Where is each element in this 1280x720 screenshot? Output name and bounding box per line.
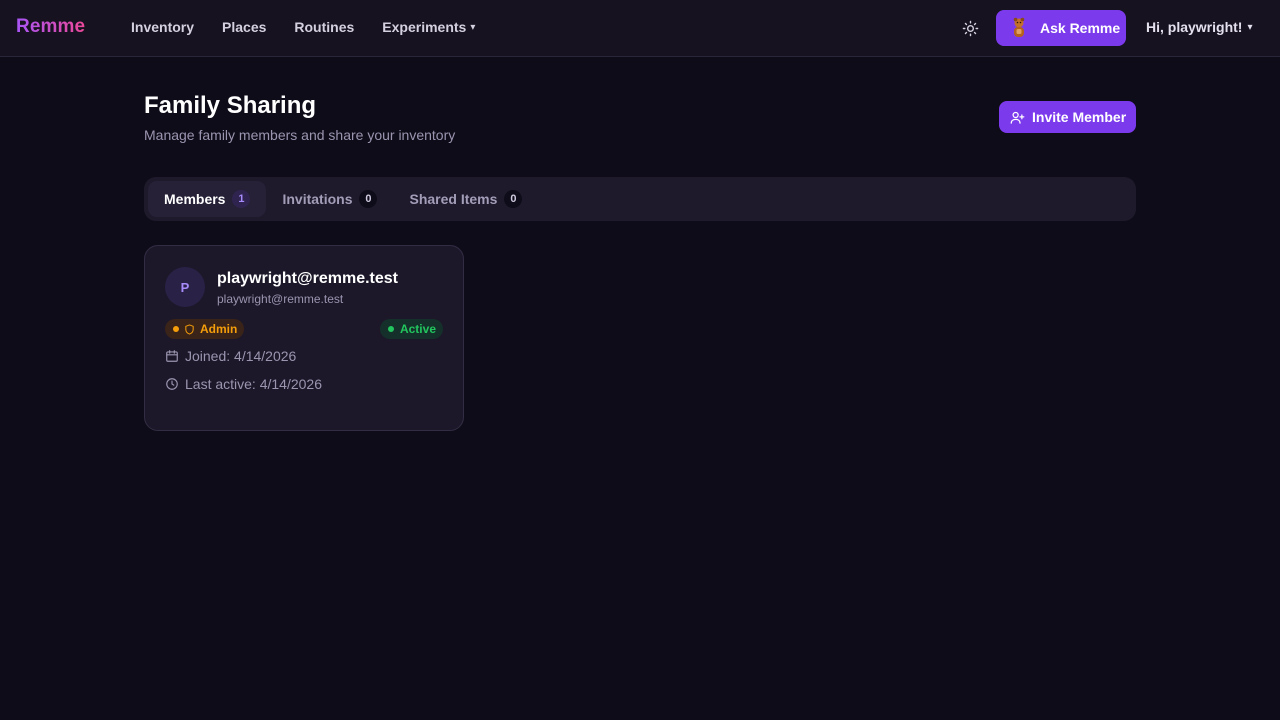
top-nav: Remme Inventory Places Routines Experime… <box>0 0 1280 57</box>
nav-link-label: Routines <box>294 19 355 35</box>
status-badge: Active <box>379 319 443 339</box>
brand-logo[interactable]: Remme <box>16 16 85 38</box>
joined-date: Joined: 4/14/2026 <box>185 348 297 364</box>
clock-icon <box>166 378 178 390</box>
tab-bar: Members 1 Invitations 0 Shared Items 0 <box>144 177 1136 221</box>
invite-member-button[interactable]: Invite Member <box>999 101 1136 133</box>
member-name: playwright@remme.test <box>217 270 398 287</box>
tab-shared-items[interactable]: Shared Items 0 <box>393 181 538 217</box>
nav-link-label: Experiments <box>382 19 467 35</box>
role-label: Admin <box>200 322 238 336</box>
tab-members[interactable]: Members 1 <box>148 181 267 217</box>
last-active-row: Last active: 4/14/2026 <box>165 376 322 392</box>
last-active-date: Last active: 4/14/2026 <box>185 376 322 392</box>
tab-label: Invitations <box>282 191 353 207</box>
status-label: Active <box>399 322 436 336</box>
sun-icon <box>962 20 979 37</box>
ask-remme-label: Ask Remme <box>1040 20 1121 36</box>
tab-invitations[interactable]: Invitations 0 <box>266 181 393 217</box>
nav-link-label: Places <box>222 19 267 35</box>
ask-remme-button[interactable]: Ask Remme <box>996 10 1126 46</box>
user-greeting: Hi, playwright! <box>1146 19 1243 35</box>
avatar: P <box>165 267 205 307</box>
nav-link-places[interactable]: Places <box>222 19 266 35</box>
invite-member-label: Invite Member <box>1032 109 1127 125</box>
nav-links: Inventory Places Routines Experiments ▾ <box>131 19 503 35</box>
nav-link-label: Inventory <box>131 19 195 35</box>
tab-count-badge: 0 <box>359 190 378 208</box>
nav-link-experiments[interactable]: Experiments ▾ <box>382 19 475 35</box>
tab-label: Members <box>164 191 226 207</box>
status-dot-icon <box>387 326 394 332</box>
tab-count-badge: 0 <box>504 190 523 208</box>
tab-count-badge: 1 <box>232 190 251 208</box>
member-email: playwright@remme.test <box>217 292 344 306</box>
user-menu[interactable]: Hi, playwright! ▾ <box>1146 19 1252 35</box>
chevron-down-icon: ▾ <box>470 21 476 33</box>
joined-row: Joined: 4/14/2026 <box>165 348 296 364</box>
role-dot-icon <box>173 326 179 332</box>
role-badge: Admin <box>165 319 245 339</box>
user-plus-icon <box>1010 111 1025 124</box>
page-title: Family Sharing <box>144 92 317 119</box>
page-subtitle: Manage family members and share your inv… <box>144 127 456 143</box>
nav-link-inventory[interactable]: Inventory <box>131 19 194 35</box>
assistant-avatar-icon <box>1008 17 1030 39</box>
nav-link-routines[interactable]: Routines <box>294 19 354 35</box>
theme-toggle-button[interactable] <box>961 19 980 38</box>
chevron-down-icon: ▾ <box>1247 21 1253 33</box>
calendar-icon <box>166 350 178 362</box>
tab-label: Shared Items <box>409 191 498 207</box>
member-card[interactable]: P playwright@remme.test playwright@remme… <box>144 245 464 431</box>
shield-icon <box>185 323 194 335</box>
